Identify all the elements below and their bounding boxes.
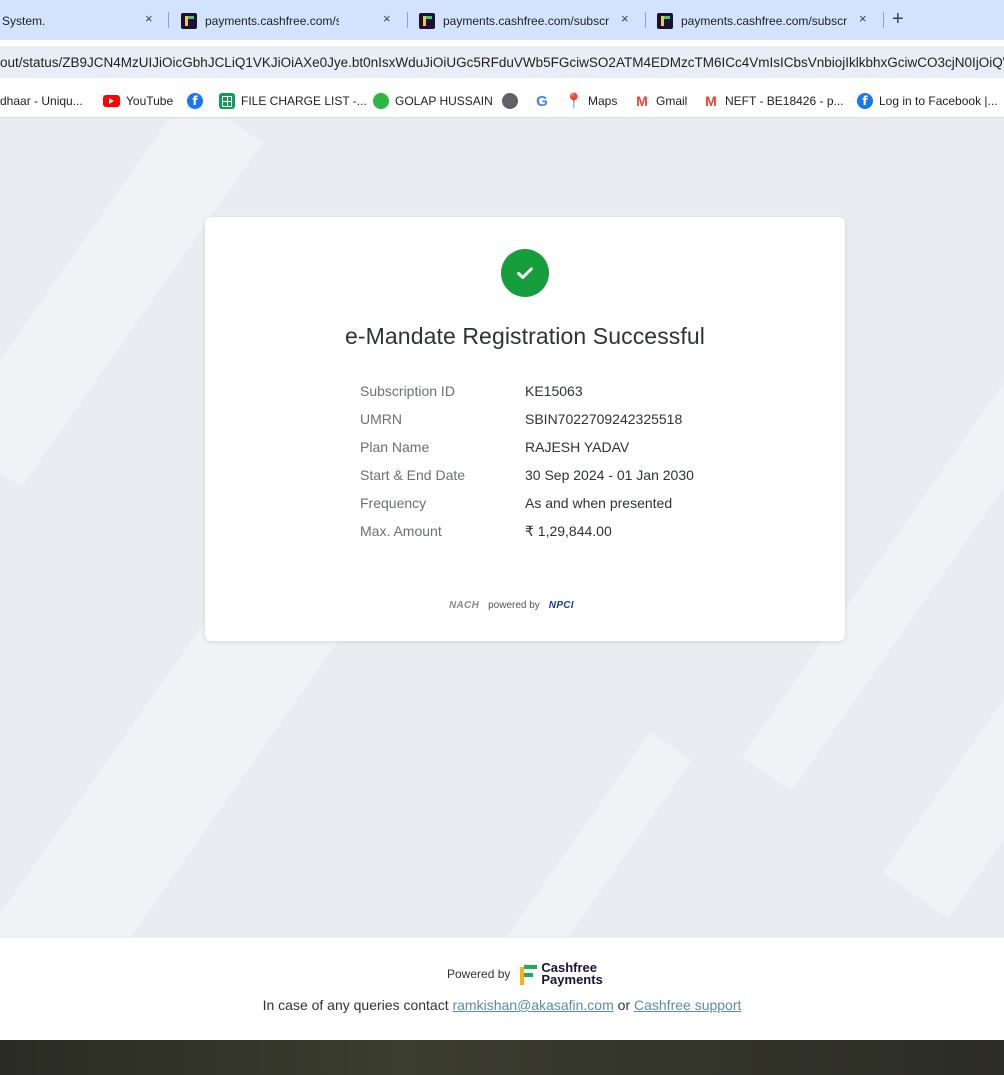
contact-email-link[interactable]: ramkishan@akasafin.com [452,997,613,1013]
success-check-icon [501,249,549,297]
detail-label: UMRN [360,411,402,427]
bookmark-maps[interactable]: 📍 Maps [564,92,618,110]
bookmark-neft[interactable]: M NEFT - BE18426 - p... [703,92,844,110]
close-icon[interactable]: × [621,11,629,26]
bookmark-facebook-login[interactable]: f Log in to Facebook |... [857,92,998,110]
bookmark-label: YouTube [126,94,174,108]
bookmark-google[interactable]: G [534,92,556,110]
tab-strip: System. × payments.cashfree.com/subscri … [0,0,1004,40]
cashfree-favicon-icon [181,12,197,29]
detail-row-umrn: UMRN SBIN7022709242325518 [360,405,780,433]
detail-label: Plan Name [360,439,430,455]
bookmarks-bar: dhaar - Uniqu... YouTube f FILE CHARGE L… [0,84,1004,118]
background-stripe [478,731,692,938]
tab-cashfree-1[interactable]: payments.cashfree.com/subscri × [181,7,401,34]
bookmark-label: dhaar - Uniqu... [0,94,83,108]
tab-separator [168,12,169,28]
cashfree-favicon-icon [419,12,435,29]
desktop-background [0,1040,1004,1075]
detail-label: Start & End Date [360,467,466,483]
bookmark-golap-hussain[interactable]: GOLAP HUSSAIN [373,92,493,110]
detail-value: 30 Sep 2024 - 01 Jan 2030 [525,467,694,483]
tab-separator [645,12,646,28]
cashfree-support-link[interactable]: Cashfree support [634,997,741,1013]
bookmark-label: Gmail [656,94,688,108]
mandate-success-card: e-Mandate Registration Successful Subscr… [205,217,845,641]
detail-value: KE15063 [525,383,583,399]
gmail-icon: M [636,93,648,109]
page-background: e-Mandate Registration Successful Subscr… [0,119,1004,938]
bookmark-label: NEFT - BE18426 - p... [725,94,844,108]
tab-system[interactable]: System. × [2,7,162,34]
tab-cashfree-2[interactable]: payments.cashfree.com/subscri × [419,7,639,34]
detail-row-dates: Start & End Date 30 Sep 2024 - 01 Jan 20… [360,461,780,489]
facebook-icon: f [187,93,203,109]
detail-row-frequency: Frequency As and when presented [360,489,780,517]
detail-value: RAJESH YADAV [525,439,630,455]
address-bar[interactable]: out/status/ZB9JCN4MzUIJiOicGbhJCLiQ1VKJi… [0,46,1004,78]
query-or: or [617,997,631,1013]
bookmark-aadhaar[interactable]: dhaar - Uniqu... [0,92,83,110]
address-bar-row: out/status/ZB9JCN4MzUIJiOicGbhJCLiQ1VKJi… [0,40,1004,84]
bookmark-label: GOLAP HUSSAIN [395,94,493,108]
support-contact-line: In case of any queries contact ramkishan… [0,997,1004,1013]
cashfree-favicon-icon [657,12,673,29]
bookmark-facebook[interactable]: f [187,92,209,110]
cashfree-logo-icon [518,963,538,985]
detail-value: ₹ 1,29,844.00 [525,522,612,539]
gmail-icon: M [705,93,717,109]
detail-value: As and when presented [525,495,673,511]
sheets-icon [219,93,235,109]
npci-logo: NPCI [548,600,574,611]
tab-title: System. [2,13,46,28]
detail-label: Frequency [360,495,427,511]
card-title: e-Mandate Registration Successful [345,323,705,349]
close-icon[interactable]: × [145,11,153,26]
nach-logo: NACH [449,600,480,611]
bookmark-label: Maps [588,94,618,108]
nach-npci-badge: NACH powered by NPCI [449,600,574,611]
query-prefix: In case of any queries contact [262,997,449,1013]
close-icon[interactable]: × [859,11,867,26]
background-stripe [882,659,1004,919]
globe-icon [502,93,518,109]
url-text[interactable]: out/status/ZB9JCN4MzUIJiOicGbhJCLiQ1VKJi… [0,55,1004,70]
powered-by-text: powered by [488,600,540,611]
bookmark-gmail[interactable]: M Gmail [634,92,687,110]
tab-separator [883,12,884,28]
mandate-details: Subscription ID KE15063 UMRN SBIN7022709… [360,377,780,545]
cashfree-wordmark: Cashfree Payments [541,961,603,987]
tab-separator [407,12,408,28]
bookmark-file-charge-list[interactable]: FILE CHARGE LIST -... [219,92,367,110]
detail-value: SBIN7022709242325518 [525,411,683,427]
tab-title: payments.cashfree.com/subscri [443,13,609,28]
whatsapp-icon [373,93,389,109]
close-icon[interactable]: × [383,11,391,26]
tab-title: payments.cashfree.com/subscri [681,13,847,28]
detail-row-plan-name: Plan Name RAJESH YADAV [360,433,780,461]
page-footer: Powered by Cashfree Payments In case of … [0,938,1004,1040]
bookmark-youtube[interactable]: YouTube [103,92,173,110]
new-tab-button[interactable]: + [892,8,904,30]
maps-icon: 📍 [564,93,584,110]
powered-by-label: Powered by [447,967,511,981]
bookmark-label: Log in to Facebook |... [879,94,998,108]
detail-label: Subscription ID [360,383,455,399]
cashfree-wordmark-line2: Payments [541,972,603,987]
youtube-icon [103,95,120,107]
google-icon: G [536,92,548,110]
tab-title: payments.cashfree.com/subscri [205,13,339,28]
facebook-icon: f [857,93,873,109]
powered-by-cashfree: Powered by Cashfree Payments [447,961,603,987]
detail-row-max-amount: Max. Amount ₹ 1,29,844.00 [360,517,780,545]
bookmark-label: FILE CHARGE LIST -... [241,94,367,108]
tab-cashfree-3[interactable]: payments.cashfree.com/subscri × [657,7,877,34]
detail-row-subscription-id: Subscription ID KE15063 [360,377,780,405]
bookmark-globe[interactable] [502,92,524,110]
detail-label: Max. Amount [360,523,442,539]
